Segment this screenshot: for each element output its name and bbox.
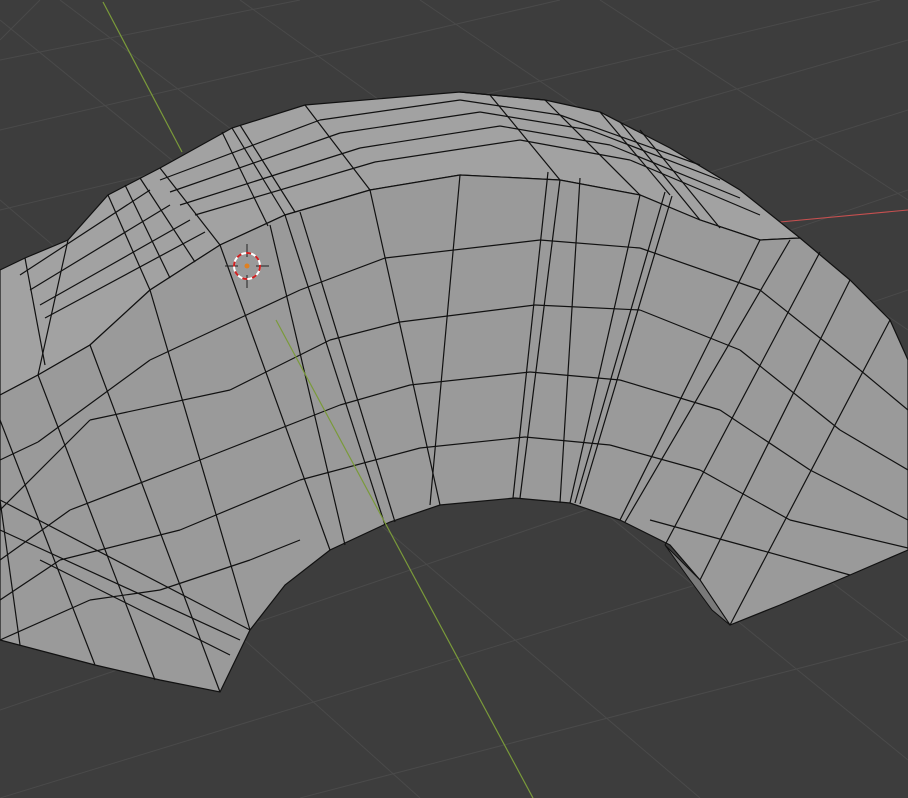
mesh-object[interactable] [0,91,908,693]
3d-viewport[interactable] [0,0,908,798]
y-axis-line [102,1,183,153]
viewport-canvas[interactable] [0,0,908,798]
grid-line [0,0,301,61]
grid-line [299,639,908,798]
grid-line [0,0,41,41]
